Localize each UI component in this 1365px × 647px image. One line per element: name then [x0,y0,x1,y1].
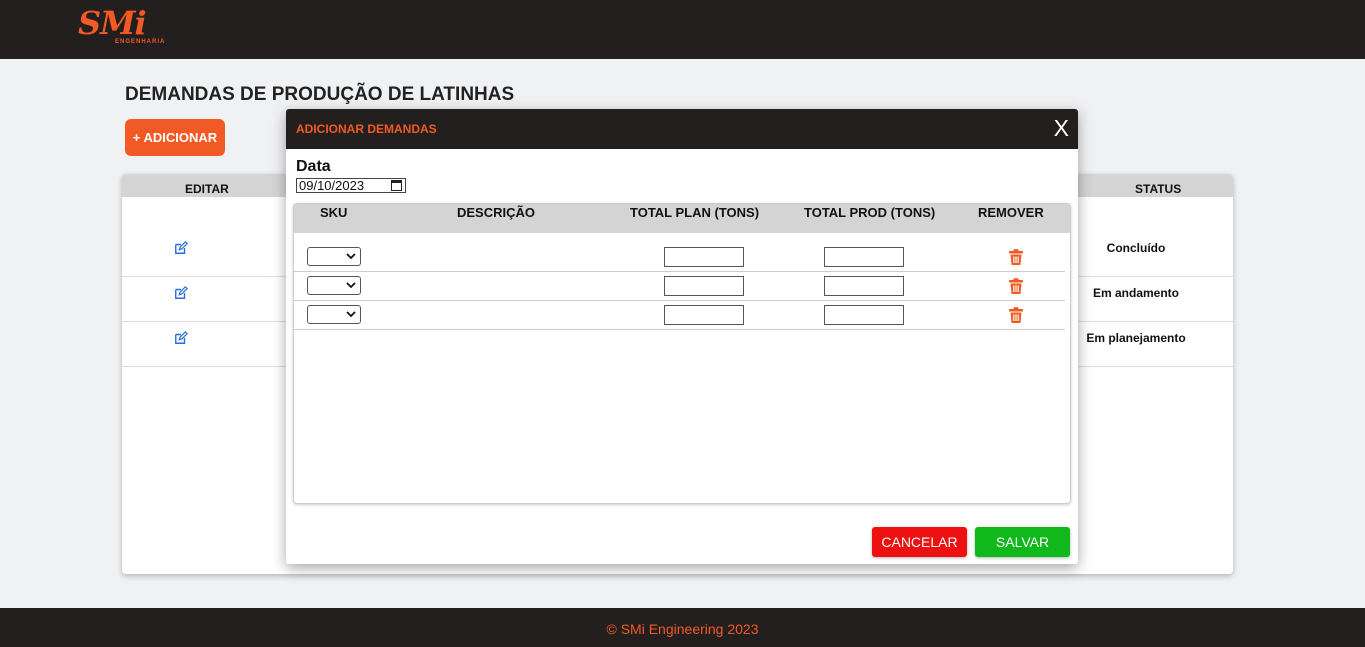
edit-icon[interactable] [174,286,188,300]
total-prod-input[interactable] [824,276,904,296]
save-button[interactable]: SALVAR [975,527,1070,557]
column-header-editar: EDITAR [185,182,229,196]
close-icon[interactable]: X [1054,115,1069,142]
sku-select[interactable] [307,276,361,295]
total-prod-input[interactable] [824,247,904,267]
items-table-header: SKU DESCRIÇÃO TOTAL PLAN (TONS) TOTAL PR… [294,204,1070,233]
column-header-status: STATUS [1135,182,1182,196]
page-title: DEMANDAS DE PRODUÇÃO DE LATINHAS [125,84,515,105]
edit-icon[interactable] [174,331,188,345]
footer-text: © SMi Engineering 2023 [606,621,759,637]
edit-icon[interactable] [174,241,188,255]
total-plan-input[interactable] [664,276,744,296]
sku-select[interactable] [307,247,361,266]
chevron-down-icon [346,282,356,289]
column-header-remover: REMOVER [978,205,1044,220]
date-label: Data [296,158,331,175]
status-text: Concluído [1106,241,1166,255]
modal-title: ADICIONAR DEMANDAS [296,122,437,136]
trash-icon[interactable] [1008,307,1024,324]
footer: © SMi Engineering 2023 [0,608,1365,647]
items-table: SKU DESCRIÇÃO TOTAL PLAN (TONS) TOTAL PR… [293,203,1071,504]
status-text: Em planejamento [1086,331,1186,345]
item-row [294,272,1065,301]
modal-header: ADICIONAR DEMANDAS X [286,109,1078,149]
sku-select[interactable] [307,305,361,324]
date-value: 09/10/2023 [299,178,365,193]
column-header-total-prod: TOTAL PROD (TONS) [804,205,936,220]
item-row [294,243,1065,272]
trash-icon[interactable] [1008,249,1024,266]
total-plan-input[interactable] [664,305,744,325]
status-text: Em andamento [1092,286,1179,300]
add-demands-modal: ADICIONAR DEMANDAS X Data 09/10/2023 SKU… [286,109,1078,564]
chevron-down-icon [346,311,356,318]
smi-logo[interactable]: SMi ENGENHARIA [78,4,174,50]
top-navbar: SMi ENGENHARIA [0,0,1365,59]
logo-text: SMi [78,4,147,42]
column-header-total-plan: TOTAL PLAN (TONS) [630,205,760,220]
total-plan-input[interactable] [664,247,744,267]
column-header-sku: SKU [320,205,348,220]
date-input[interactable]: 09/10/2023 [296,178,406,193]
chevron-down-icon [346,253,356,260]
trash-icon[interactable] [1008,278,1024,295]
cancel-button[interactable]: CANCELAR [872,527,967,557]
calendar-icon[interactable] [391,180,402,191]
total-prod-input[interactable] [824,305,904,325]
item-row [294,301,1065,330]
column-header-descricao: DESCRIÇÃO [457,205,536,220]
logo-subtext: ENGENHARIA [115,39,166,45]
add-demand-button[interactable]: + ADICIONAR [125,119,225,156]
